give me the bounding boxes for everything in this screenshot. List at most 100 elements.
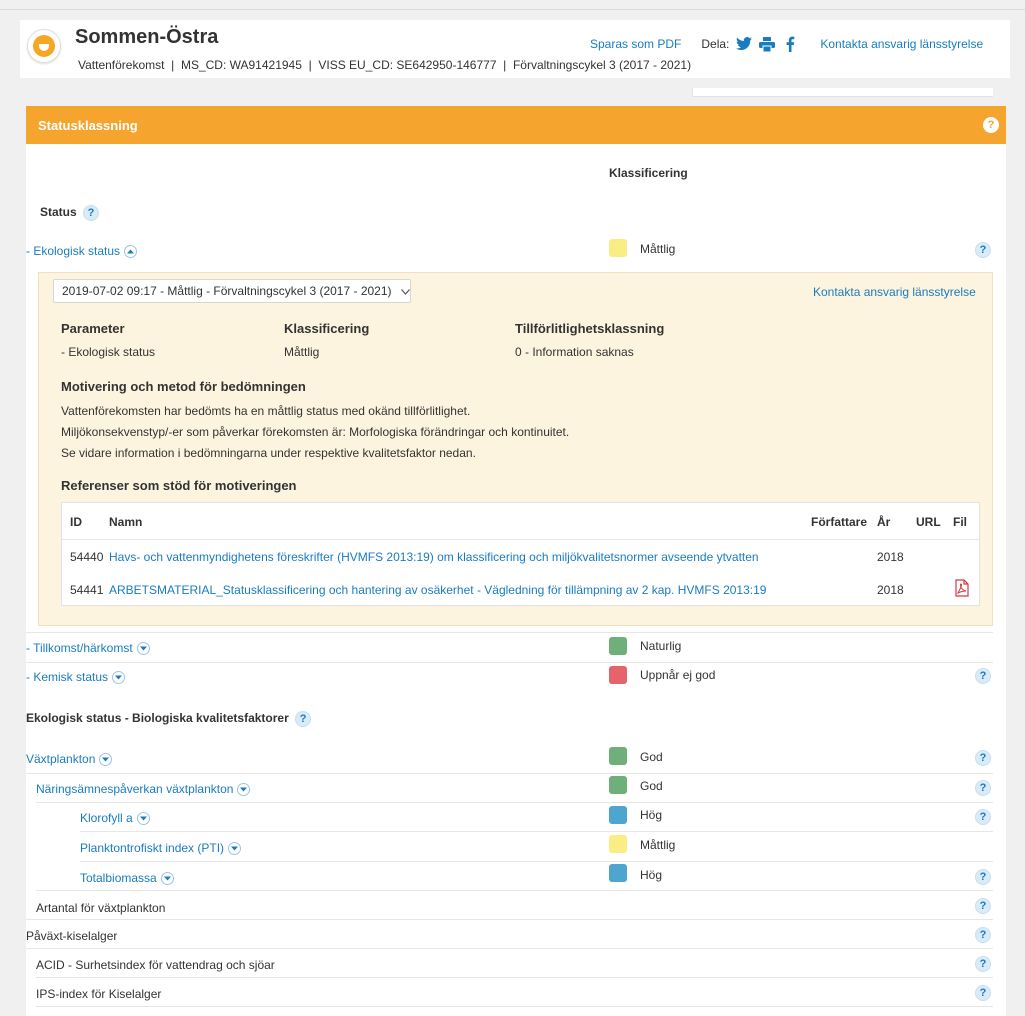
- contact-county-link[interactable]: Kontakta ansvarig länsstyrelse: [820, 37, 983, 51]
- chevron-down-icon[interactable]: [99, 753, 113, 767]
- table-row: 54440 Havs- och vattenmyndighetens föres…: [62, 540, 979, 573]
- col-year: År: [877, 515, 891, 529]
- moderate-swatch: [609, 835, 627, 853]
- ips-index-label: IPS-index för Kiselalger: [36, 987, 162, 1001]
- chevron-down-icon: [400, 289, 410, 295]
- browser-top-strip: [0, 0, 1025, 10]
- col-name: Namn: [109, 515, 143, 529]
- chevron-down-icon[interactable]: [136, 812, 150, 826]
- good-swatch: [609, 776, 627, 794]
- help-icon[interactable]: ?: [975, 242, 991, 258]
- help-icon[interactable]: ?: [975, 780, 991, 796]
- eco-status-value: Måttlig: [640, 242, 676, 256]
- help-icon[interactable]: ?: [975, 869, 991, 885]
- twitter-icon[interactable]: [735, 35, 753, 53]
- col-id: ID: [70, 515, 82, 529]
- chemical-status-toggle[interactable]: - Kemisk status: [26, 670, 126, 685]
- col-url: URL: [916, 515, 941, 529]
- viss-eu-cd: VISS EU_CD: SE642950-146777: [318, 58, 497, 72]
- high-swatch: [609, 864, 627, 882]
- help-icon[interactable]: ?: [975, 809, 991, 825]
- acid-index-label: ACID - Surhetsindex för vattendrag och s…: [36, 958, 275, 972]
- motivation-line: Vattenförekomsten har bedömts ha en mått…: [61, 404, 471, 418]
- help-icon[interactable]: ?: [975, 927, 991, 943]
- col-file: Fil: [953, 515, 967, 529]
- eco-status-toggle[interactable]: - Ekologisk status: [26, 244, 138, 259]
- moderate-swatch: [609, 239, 627, 257]
- water-body-type: Vattenförekomst: [78, 58, 165, 72]
- reliability-header: Tillförlitlighetsklassning: [515, 321, 665, 336]
- panel-title: Statusklassning: [38, 118, 138, 133]
- nutrient-impact-toggle[interactable]: Näringsämnespåverkan växtplankton: [36, 782, 251, 797]
- chlorophyll-toggle[interactable]: Klorofyll a: [80, 811, 150, 826]
- chlorophyll-value: Hög: [640, 808, 663, 822]
- help-icon[interactable]: ?: [83, 205, 100, 221]
- fail-swatch: [609, 666, 627, 684]
- eco-status-detail: 2019-07-02 09:17 - Måttlig - Förvaltning…: [38, 272, 993, 626]
- detail-contact-link[interactable]: Kontakta ansvarig länsstyrelse: [813, 285, 976, 299]
- help-icon[interactable]: ?: [975, 985, 991, 1001]
- good-swatch: [609, 747, 627, 765]
- total-biomass-toggle[interactable]: Totalbiomassa: [80, 871, 174, 886]
- chevron-up-icon[interactable]: [124, 245, 138, 259]
- help-icon[interactable]: ?: [975, 898, 991, 914]
- panel-header: Statusklassning ?: [26, 106, 1006, 144]
- status-heading: Status ?: [40, 205, 100, 221]
- print-icon[interactable]: [758, 35, 776, 53]
- chevron-down-icon[interactable]: [160, 872, 174, 886]
- bio-factors-heading: Ekologisk status - Biologiska kvalitetsf…: [26, 711, 312, 727]
- header-actions: Sparas som PDF Dela: Kontakta ansvarig l…: [590, 35, 983, 53]
- chemical-status-value: Uppnår ej god: [640, 668, 716, 682]
- total-biomass-value: Hög: [640, 868, 663, 882]
- help-icon[interactable]: ?: [975, 668, 991, 684]
- viss-logo-icon: [27, 29, 61, 63]
- reliability-value: 0 - Information saknas: [515, 345, 634, 359]
- param-header: Parameter: [61, 321, 125, 336]
- ref-link[interactable]: Havs- och vattenmyndighetens föreskrifte…: [109, 550, 759, 564]
- ref-year: 2018: [877, 583, 904, 597]
- pti-toggle[interactable]: Planktontrofiskt index (PTI): [80, 841, 242, 856]
- high-swatch: [609, 806, 627, 824]
- water-body-header: Sommen-Östra Vattenförekomst | MS_CD: WA…: [20, 20, 1010, 78]
- ms-cd: MS_CD: WA91421945: [180, 58, 302, 72]
- class-value: Måttlig: [284, 345, 320, 359]
- share-label: Dela:: [701, 37, 730, 51]
- nutrient-impact-value: God: [640, 779, 663, 793]
- table-row: 54441 ARBETSMATERIAL_Statusklassificerin…: [62, 573, 979, 606]
- help-icon[interactable]: ?: [975, 956, 991, 972]
- page-title: Sommen-Östra: [75, 26, 219, 48]
- chevron-down-icon[interactable]: [136, 642, 150, 656]
- water-body-meta: Vattenförekomst | MS_CD: WA91421945 | VI…: [78, 58, 692, 72]
- help-icon[interactable]: ?: [983, 117, 999, 133]
- tab-bar-edge: [692, 88, 993, 97]
- natural-swatch: [609, 637, 627, 655]
- phytoplankton-toggle[interactable]: Växtplankton: [26, 752, 113, 767]
- classification-column-header: Klassificering: [609, 166, 688, 180]
- col-author: Författare: [811, 515, 868, 529]
- ref-link[interactable]: ARBETSMATERIAL_Statusklassificering och …: [109, 583, 766, 597]
- help-icon[interactable]: ?: [295, 711, 312, 727]
- chevron-down-icon[interactable]: [112, 671, 126, 685]
- version-select[interactable]: 2019-07-02 09:17 - Måttlig - Förvaltning…: [53, 279, 411, 303]
- motivation-heading: Motivering och metod för bedömningen: [61, 379, 306, 394]
- references-heading: Referenser som stöd för motiveringen: [61, 478, 297, 493]
- facebook-icon[interactable]: [781, 35, 799, 53]
- chevron-down-icon[interactable]: [237, 783, 251, 797]
- help-icon[interactable]: ?: [975, 750, 991, 766]
- status-classification-panel: Statusklassning ? Klassificering Status …: [26, 106, 1006, 1016]
- ref-year: 2018: [877, 550, 904, 564]
- origin-value: Naturlig: [640, 639, 682, 653]
- ref-id: 54440: [70, 550, 104, 564]
- class-header: Klassificering: [284, 321, 370, 336]
- pdf-icon[interactable]: [954, 579, 970, 600]
- origin-toggle[interactable]: - Tillkomst/härkomst: [26, 641, 150, 656]
- benthic-diatoms-label: Påväxt-kiselalger: [26, 929, 118, 943]
- motivation-line: Se vidare information i bedömningarna un…: [61, 446, 476, 460]
- param-value: - Ekologisk status: [61, 345, 156, 359]
- motivation-line: Miljökonsekvenstyp/-er som påverkar före…: [61, 425, 570, 439]
- ref-id: 54441: [70, 583, 104, 597]
- chevron-down-icon[interactable]: [228, 842, 242, 856]
- phytoplankton-value: God: [640, 750, 663, 764]
- pti-value: Måttlig: [640, 838, 676, 852]
- save-pdf-link[interactable]: Sparas som PDF: [590, 37, 681, 51]
